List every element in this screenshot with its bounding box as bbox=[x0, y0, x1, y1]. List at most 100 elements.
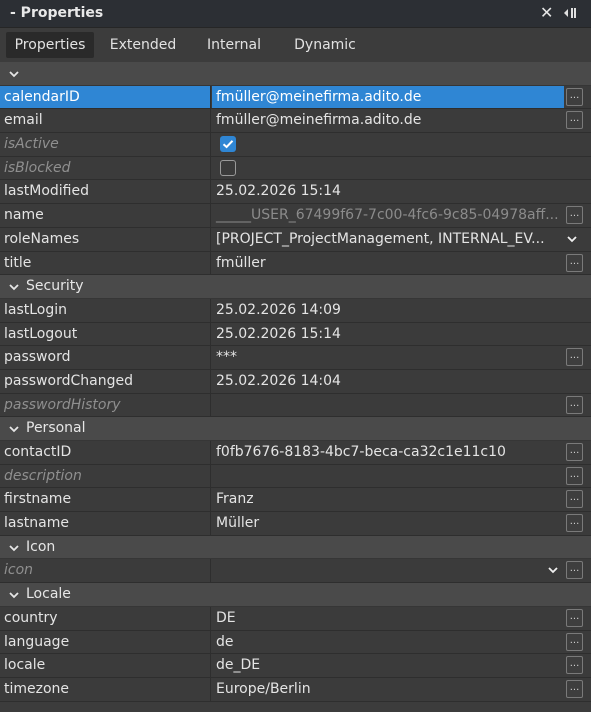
chevron-down-icon[interactable] bbox=[547, 563, 559, 577]
property-name: locale bbox=[0, 654, 211, 677]
property-name: language bbox=[0, 630, 211, 654]
property-name: email bbox=[0, 109, 211, 133]
ellipsis-button[interactable]: ... bbox=[566, 87, 583, 106]
ellipsis-button[interactable]: ... bbox=[566, 679, 583, 698]
property-row-password-changed[interactable]: passwordChanged 25.02.2026 14:04 bbox=[0, 369, 591, 394]
property-value[interactable]: fmüller@meinefirma.adito.de bbox=[212, 85, 564, 109]
property-name: isActive bbox=[0, 133, 211, 156]
property-value[interactable]: de bbox=[212, 631, 564, 654]
chevron-down-icon[interactable] bbox=[8, 543, 20, 553]
property-value[interactable]: Franz bbox=[212, 488, 564, 511]
ellipsis-button[interactable]: ... bbox=[566, 608, 583, 627]
property-value[interactable]: 25.02.2026 15:14 bbox=[212, 323, 564, 346]
ellipsis-button[interactable]: ... bbox=[566, 514, 583, 533]
chevron-down-icon[interactable] bbox=[8, 424, 20, 434]
is-blocked-checkbox[interactable] bbox=[220, 159, 236, 176]
property-row-title[interactable]: title fmüller... bbox=[0, 251, 591, 276]
chevron-down-icon[interactable] bbox=[566, 232, 578, 246]
property-row-name[interactable]: name _____USER_67499f67-7c00-4fc6-9c85-04… bbox=[0, 204, 591, 228]
property-row-is-blocked[interactable]: isBlocked bbox=[0, 156, 591, 181]
property-value[interactable]: DE bbox=[212, 607, 564, 630]
property-row-lastname[interactable]: lastname Müller... bbox=[0, 512, 591, 536]
title-bar: - Properties ✕ bbox=[0, 0, 591, 28]
property-row-password[interactable]: password ***... bbox=[0, 346, 591, 370]
property-grid: calendarID fmüller@meinefirma.adito.de...… bbox=[0, 62, 591, 702]
property-value[interactable]: Europe/Berlin bbox=[212, 678, 564, 701]
property-name: lastLogout bbox=[0, 322, 211, 346]
tab-dynamic[interactable]: Dynamic bbox=[282, 32, 368, 58]
chevron-down-icon[interactable] bbox=[8, 69, 20, 79]
property-row-language[interactable]: language de... bbox=[0, 630, 591, 655]
property-row-last-logout[interactable]: lastLogout 25.02.2026 15:14 bbox=[0, 322, 591, 347]
section-security[interactable]: Security bbox=[0, 275, 591, 299]
property-row-country[interactable]: country DE... bbox=[0, 606, 591, 631]
property-value[interactable]: *** bbox=[212, 346, 564, 369]
property-value[interactable]: f0fb7676-8183-4bc7-beca-ca32c1e11c10 bbox=[212, 441, 564, 464]
property-row-timezone[interactable]: timezone Europe/Berlin... bbox=[0, 677, 591, 702]
tab-properties[interactable]: Properties bbox=[6, 32, 94, 58]
property-row-password-history[interactable]: passwordHistory... bbox=[0, 393, 591, 418]
property-row-firstname[interactable]: firstname Franz... bbox=[0, 488, 591, 513]
section-icon[interactable]: Icon bbox=[0, 535, 591, 560]
section-general[interactable] bbox=[0, 62, 591, 86]
ellipsis-button[interactable]: ... bbox=[566, 466, 583, 485]
ellipsis-button[interactable]: ... bbox=[566, 490, 583, 509]
property-value[interactable]: 25.02.2026 14:09 bbox=[212, 299, 564, 322]
property-value[interactable]: 25.02.2026 14:04 bbox=[212, 370, 564, 393]
section-label: Security bbox=[26, 278, 84, 295]
close-icon[interactable]: ✕ bbox=[540, 3, 553, 22]
tab-internal[interactable]: Internal bbox=[194, 32, 274, 58]
property-name: title bbox=[0, 251, 211, 275]
property-value[interactable]: Müller bbox=[212, 512, 564, 535]
property-name: passwordHistory bbox=[0, 393, 211, 417]
property-value[interactable]: 25.02.2026 15:14 bbox=[212, 180, 564, 203]
ellipsis-button[interactable]: ... bbox=[566, 206, 583, 225]
properties-panel: - Properties ✕ Properties Extended Inter… bbox=[0, 0, 591, 712]
property-name: passwordChanged bbox=[0, 369, 211, 393]
property-row-calendar-id[interactable]: calendarID fmüller@meinefirma.adito.de... bbox=[0, 85, 591, 110]
section-locale[interactable]: Locale bbox=[0, 583, 591, 607]
property-name: password bbox=[0, 346, 211, 369]
property-name: icon bbox=[0, 559, 211, 583]
panel-title: - Properties bbox=[10, 5, 104, 21]
chevron-down-icon[interactable] bbox=[8, 282, 20, 292]
ellipsis-button[interactable]: ... bbox=[566, 632, 583, 651]
property-name: country bbox=[0, 606, 211, 630]
property-name: isBlocked bbox=[0, 156, 211, 180]
property-row-locale[interactable]: locale de_DE... bbox=[0, 654, 591, 678]
ellipsis-button[interactable]: ... bbox=[566, 561, 583, 580]
property-row-role-names[interactable]: roleNames [PROJECT_ProjectManagement, INT… bbox=[0, 227, 591, 252]
property-value[interactable]: [PROJECT_ProjectManagement, INTERNAL_EV.… bbox=[212, 228, 564, 251]
ellipsis-button[interactable]: ... bbox=[566, 111, 583, 130]
property-name: lastname bbox=[0, 512, 211, 535]
section-label: Locale bbox=[26, 586, 71, 603]
property-row-last-login[interactable]: lastLogin 25.02.2026 14:09 bbox=[0, 298, 591, 323]
property-row-email[interactable]: email fmüller@meinefirma.adito.de... bbox=[0, 109, 591, 134]
property-value[interactable] bbox=[212, 559, 564, 582]
property-value[interactable] bbox=[212, 465, 564, 488]
property-value[interactable]: fmüller@meinefirma.adito.de bbox=[212, 109, 564, 132]
check-icon bbox=[222, 140, 234, 149]
property-value[interactable]: _____USER_67499f67-7c00-4fc6-9c85-04978a… bbox=[212, 204, 564, 227]
property-row-last-modified[interactable]: lastModified 25.02.2026 15:14 bbox=[0, 180, 591, 205]
ellipsis-button[interactable]: ... bbox=[566, 443, 583, 461]
ellipsis-button[interactable]: ... bbox=[566, 253, 583, 272]
ellipsis-button[interactable]: ... bbox=[566, 656, 583, 675]
property-row-description[interactable]: description... bbox=[0, 464, 591, 489]
property-row-icon[interactable]: icon... bbox=[0, 559, 591, 584]
section-label: Personal bbox=[26, 420, 86, 437]
property-name: lastLogin bbox=[0, 298, 211, 322]
property-row-is-active[interactable]: isActive bbox=[0, 133, 591, 157]
ellipsis-button[interactable]: ... bbox=[566, 395, 583, 414]
ellipsis-button[interactable]: ... bbox=[566, 348, 583, 367]
tab-extended[interactable]: Extended bbox=[100, 32, 186, 58]
property-row-contact-id[interactable]: contactID f0fb7676-8183-4bc7-beca-ca32c1e… bbox=[0, 441, 591, 465]
property-value[interactable] bbox=[212, 394, 564, 417]
chevron-down-icon[interactable] bbox=[8, 590, 20, 600]
is-active-checkbox[interactable] bbox=[220, 136, 236, 153]
property-value[interactable]: de_DE bbox=[212, 654, 564, 677]
property-value[interactable]: fmüller bbox=[212, 252, 564, 275]
dock-icon[interactable] bbox=[563, 7, 577, 19]
property-name: description bbox=[0, 464, 211, 488]
section-personal[interactable]: Personal bbox=[0, 417, 591, 441]
